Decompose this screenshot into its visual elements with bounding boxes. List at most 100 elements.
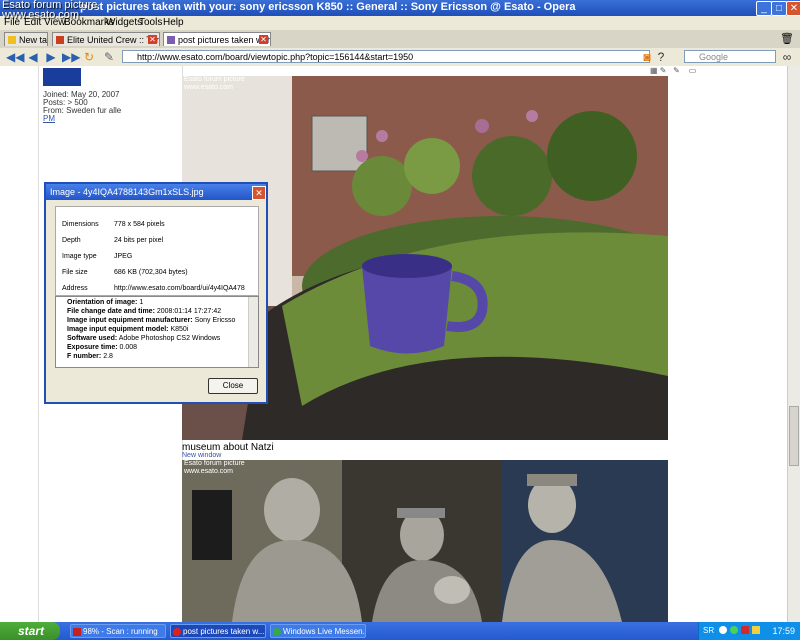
- prop-label: Dimensions: [62, 221, 99, 228]
- close-tab-icon[interactable]: ✕: [259, 35, 268, 44]
- esato-favicon-icon: [167, 36, 175, 44]
- exif-value: 0.008: [119, 344, 138, 351]
- url-input[interactable]: http://www.esato.com/board/viewtopic.php…: [122, 50, 650, 63]
- menu-tools[interactable]: Tools: [139, 17, 162, 28]
- photo-watermark-line2: www.esato.com: [184, 84, 234, 91]
- post-photo-museum[interactable]: Esato forum picture www.esato.com: [182, 460, 668, 622]
- exif-row: Image input equipment manufacturer: Sony…: [67, 317, 235, 324]
- image-properties-dialog: Image - 4y4IQA4788143Gm1xSLS.jpg ✕ Dimen…: [44, 182, 268, 404]
- dialog-close-icon[interactable]: ✕: [252, 186, 266, 200]
- photo-watermark: Esato forum picture www.esato.com: [184, 76, 245, 92]
- menu-bar: File Edit View Bookmarks Widgets Tools H…: [0, 16, 800, 30]
- pm-link[interactable]: PM: [43, 114, 55, 123]
- tab-elite-united[interactable]: Elite United Crew :: Torr... ✕: [52, 32, 160, 46]
- clock[interactable]: 17:59: [772, 622, 795, 640]
- post-toolbar-icons[interactable]: ▦ ✎ ✎ ▭: [650, 66, 696, 75]
- prop-value: 778 x 584 pixels: [114, 221, 165, 228]
- image-properties-panel: Dimensions 778 x 584 pixels Depth 24 bit…: [55, 206, 259, 296]
- antivirus-tray-icon[interactable]: [741, 626, 749, 634]
- tab-new[interactable]: New tab: [4, 32, 48, 46]
- watermark-overlay: Esato forum picture www.esato.com: [2, 0, 97, 21]
- prop-value: 686 KB (702,304 bytes): [114, 269, 188, 276]
- task-label: Windows Live Messen...: [283, 627, 366, 636]
- exif-row: Orientation of image: 1: [67, 299, 143, 306]
- menu-help[interactable]: Help: [163, 17, 184, 28]
- close-tab-icon[interactable]: ✕: [148, 35, 157, 44]
- exif-label: Software used:: [67, 335, 118, 342]
- new-window-link[interactable]: New window: [182, 452, 221, 459]
- new-tab-icon: [8, 36, 16, 44]
- network-tray-icon[interactable]: [752, 626, 760, 634]
- kaspersky-icon: [73, 628, 81, 636]
- forward-icon[interactable]: ▶: [44, 50, 58, 64]
- exif-value: Adobe Photoshop CS2 Windows: [118, 335, 221, 342]
- address-bar: ◀◀ ◀ ▶ ▶▶ ↻ ✎ http://www.esato.com/board…: [0, 48, 800, 67]
- exif-label: Orientation of image:: [67, 299, 138, 306]
- photo-watermark: Esato forum picture www.esato.com: [184, 460, 245, 476]
- prop-value: JPEG: [114, 253, 133, 260]
- exif-list[interactable]: Orientation of image: 1 File change date…: [55, 296, 259, 368]
- fast-forward-icon[interactable]: ▶▶: [62, 50, 80, 64]
- prop-value[interactable]: http://www.esato.com/board/ui/4y4IQA478: [114, 285, 245, 292]
- prop-label: Image type: [62, 253, 97, 260]
- language-indicator[interactable]: SR: [703, 622, 714, 640]
- photo-watermark-line2: www.esato.com: [184, 468, 234, 475]
- rewind-icon[interactable]: ◀◀: [6, 50, 24, 64]
- title-bar[interactable]: post pictures taken with your: sony eric…: [0, 0, 800, 16]
- exif-value: 1: [139, 299, 144, 306]
- task-label: post pictures taken w...: [183, 627, 265, 636]
- system-tray: SR 17:59: [698, 622, 800, 640]
- photo-watermark-line1: Esato forum picture: [184, 76, 245, 83]
- tab-esato-active[interactable]: post pictures taken with ... ✕: [163, 32, 271, 46]
- exif-value: Sony Ericsso: [194, 317, 236, 324]
- avatar: [43, 68, 81, 86]
- exif-scrollbar[interactable]: [248, 297, 258, 367]
- maximize-button[interactable]: □: [771, 1, 787, 16]
- site-favicon-icon: [56, 36, 64, 44]
- menu-widgets[interactable]: Widgets: [106, 17, 142, 28]
- edit-icon[interactable]: ✎: [102, 50, 116, 64]
- tab-label: post pictures taken with ...: [178, 35, 270, 45]
- scrollbar-thumb[interactable]: [789, 406, 799, 466]
- museum-photo-image: [182, 460, 668, 622]
- minimize-button[interactable]: _: [756, 1, 772, 16]
- tab-label: New tab: [19, 35, 48, 45]
- exif-row: Image input equipment model: K850i: [67, 326, 188, 333]
- close-window-button[interactable]: ✕: [786, 1, 800, 16]
- prop-value: 24 bits per pixel: [114, 237, 164, 244]
- opera-icon: [173, 628, 181, 636]
- exif-label: File change date and time:: [67, 308, 155, 315]
- trash-icon[interactable]: 🗑: [780, 32, 794, 45]
- exif-row: File change date and time: 2008:01:14 17…: [67, 308, 221, 315]
- exif-row: Software used: Adobe Photoshop CS2 Windo…: [67, 335, 220, 342]
- rss-icon[interactable]: ◙: [640, 50, 654, 64]
- vertical-scrollbar[interactable]: [787, 66, 800, 622]
- reload-icon[interactable]: ↻: [82, 50, 96, 64]
- exif-label: Image input equipment manufacturer:: [67, 317, 193, 324]
- tray-app-icon[interactable]: [719, 626, 727, 634]
- tab-label: Elite United Crew :: Torr...: [67, 35, 160, 45]
- messenger-tray-icon[interactable]: [730, 626, 738, 634]
- exif-row: Exposure time: 0.008: [67, 344, 137, 351]
- taskbar: start 98% - Scan : running post pictures…: [0, 622, 800, 640]
- photo-watermark-line1: Esato forum picture: [184, 460, 245, 467]
- task-scan[interactable]: 98% - Scan : running: [70, 624, 166, 638]
- task-label: 98% - Scan : running: [83, 627, 158, 636]
- dialog-close-button[interactable]: Close: [208, 378, 258, 394]
- zoom-icon[interactable]: ∞: [780, 50, 794, 64]
- start-button[interactable]: start: [0, 622, 60, 640]
- back-icon[interactable]: ◀: [26, 50, 40, 64]
- prop-label: File size: [62, 269, 88, 276]
- window-title: post pictures taken with your: sony eric…: [80, 1, 576, 13]
- prop-label: Depth: [62, 237, 81, 244]
- task-opera[interactable]: post pictures taken w...: [170, 624, 266, 638]
- exif-value: K850i: [170, 326, 189, 333]
- exif-label: Exposure time:: [67, 344, 118, 351]
- exif-value: 2008:01:14 17:27:42: [156, 308, 222, 315]
- exif-row: F number: 2.8: [67, 353, 113, 360]
- task-messenger[interactable]: Windows Live Messen...: [270, 624, 366, 638]
- help-icon[interactable]: ?: [654, 50, 668, 64]
- exif-label: F number:: [67, 353, 102, 360]
- dialog-title[interactable]: Image - 4y4IQA4788143Gm1xSLS.jpg: [46, 184, 266, 200]
- search-input[interactable]: Google: [684, 50, 776, 63]
